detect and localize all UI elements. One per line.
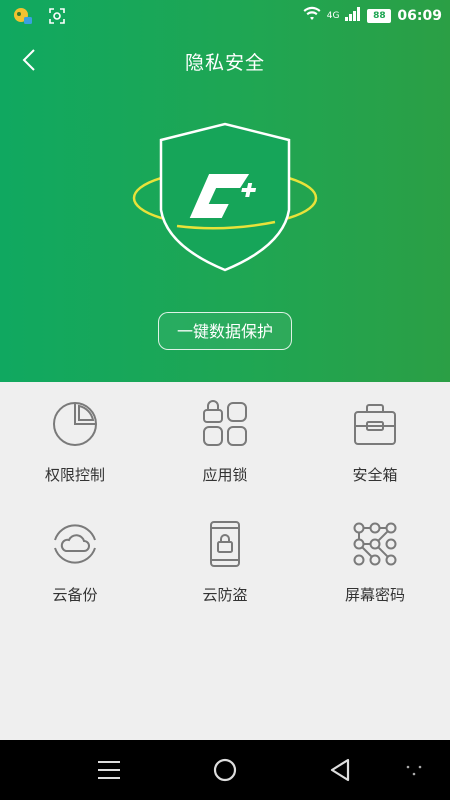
feature-label: 云防盗 — [202, 586, 248, 604]
app-notification-icon — [12, 6, 34, 30]
feature-cloud-backup[interactable]: 云备份 — [0, 502, 150, 622]
screenshot-icon — [48, 7, 66, 29]
status-bar: 4G 88 06:09 — [0, 0, 450, 32]
one-click-protect-button[interactable]: 一键数据保护 — [158, 312, 292, 350]
app-lock-icon — [203, 400, 247, 446]
battery-indicator: 88 — [367, 9, 392, 23]
feature-cloud-anti-theft[interactable]: 云防盗 — [150, 502, 300, 622]
cloud-backup-icon — [54, 524, 96, 564]
page-title: 隐私安全 — [184, 52, 265, 74]
signal-icon — [345, 7, 361, 25]
feature-label: 云备份 — [52, 586, 98, 604]
phone-lock-icon — [210, 521, 240, 567]
feature-label: 安全箱 — [352, 466, 398, 484]
wifi-icon — [303, 6, 321, 26]
feature-grid: 权限控制 应用锁 安全箱 云备份 云防盗 屏幕密码 — [0, 382, 450, 740]
home-button[interactable] — [210, 756, 240, 784]
feature-label: 屏幕密码 — [344, 586, 405, 604]
home-circle-icon — [213, 758, 237, 782]
system-nav-bar — [0, 740, 450, 800]
feature-label: 应用锁 — [202, 466, 248, 484]
feature-screen-password[interactable]: 屏幕密码 — [300, 502, 450, 622]
network-type: 4G — [326, 11, 340, 21]
pattern-lock-icon — [353, 522, 397, 566]
feature-app-lock[interactable]: 应用锁 — [150, 382, 300, 502]
dots-icon — [406, 765, 422, 776]
feature-safe-box[interactable]: 安全箱 — [300, 382, 450, 502]
triangle-back-icon — [330, 758, 350, 782]
more-button[interactable] — [400, 756, 430, 784]
menu-button[interactable] — [94, 756, 124, 784]
menu-icon — [98, 761, 120, 779]
clock: 06:09 — [397, 8, 442, 24]
feature-label: 权限控制 — [44, 466, 105, 484]
safe-box-icon — [354, 404, 396, 445]
feature-permission-control[interactable]: 权限控制 — [0, 382, 150, 502]
title-bar: 隐私安全 — [0, 40, 450, 80]
shield-icon — [125, 118, 325, 278]
back-nav-button[interactable] — [326, 756, 356, 784]
pie-chart-icon — [53, 402, 97, 446]
